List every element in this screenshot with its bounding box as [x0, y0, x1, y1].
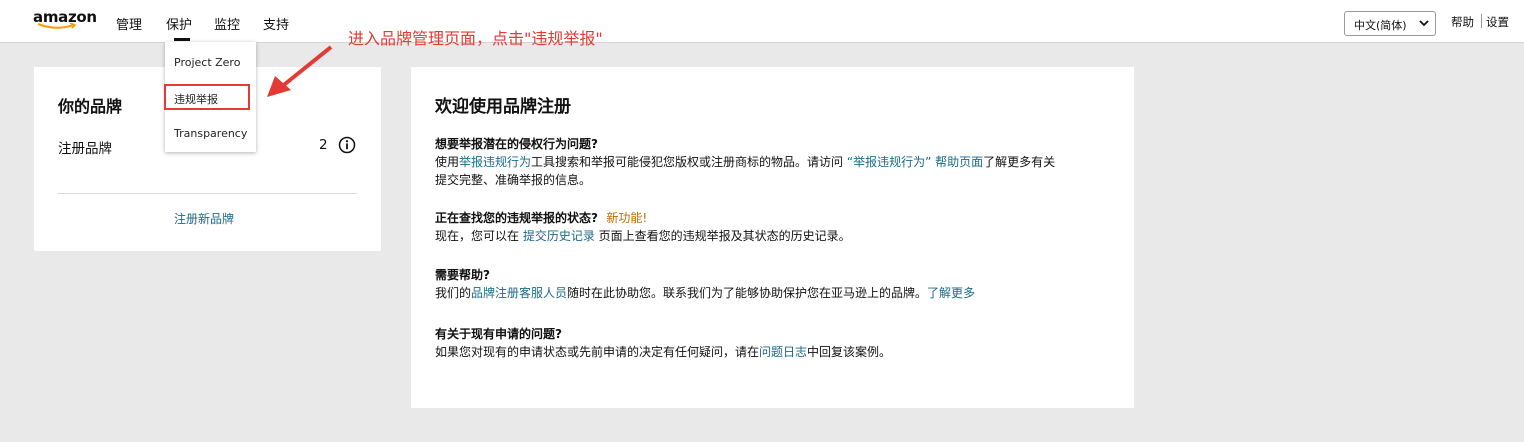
section-body: 使用举报违规行为工具搜索和举报可能侵犯您版权或注册商标的物品。请访问 “举报违规…: [435, 153, 1125, 189]
section-heading: 想要举报潜在的侵权行为问题?: [435, 137, 598, 151]
body-text: 了解更多有关: [983, 155, 1056, 169]
learn-more-link[interactable]: 了解更多: [927, 286, 975, 300]
top-navigation-bar: amazon 管理 保护 监控 支持 中文(简体) 帮助 设置: [0, 0, 1524, 43]
welcome-card: 欢迎使用品牌注册 想要举报潜在的侵权行为问题? 使用举报违规行为工具搜索和举报可…: [411, 67, 1134, 408]
report-violation-help-link[interactable]: “举报违规行为” 帮助页面: [843, 155, 983, 169]
language-select-value: 中文(简体): [1354, 19, 1407, 32]
your-brands-title: 你的品牌: [58, 97, 123, 116]
body-text: 工具搜索和举报可能侵犯您版权或注册商标的物品。请访问: [531, 155, 844, 169]
submission-history-link[interactable]: 提交历史记录: [523, 229, 595, 243]
help-link[interactable]: 帮助: [1451, 14, 1474, 30]
body-text: 使用: [435, 155, 460, 169]
annotation-text: 进入品牌管理页面，点击"违规举报": [348, 29, 603, 48]
body-text: 中回复该案例。: [807, 345, 892, 359]
annotation-highlight-box: [164, 84, 250, 110]
nav-monitor[interactable]: 监控: [214, 14, 240, 33]
section-heading-text: 正在查找您的违规举报的状态?: [435, 211, 598, 225]
info-icon[interactable]: [338, 136, 356, 154]
nav-manage[interactable]: 管理: [116, 14, 142, 33]
case-log-link[interactable]: 问题日志: [759, 345, 807, 359]
section-heading: 正在查找您的违规举报的状态? 新功能!: [435, 209, 1125, 227]
settings-link[interactable]: 设置: [1486, 14, 1509, 30]
registered-brands-label: 注册品牌: [58, 141, 112, 157]
language-select[interactable]: 中文(简体): [1344, 11, 1436, 36]
section-heading: 有关于现有申请的问题?: [435, 327, 562, 341]
nav-protect[interactable]: 保护: [166, 14, 192, 33]
section-body: 现在，您可以在 提交历史记录 页面上查看您的违规举报及其状态的历史记录。: [435, 227, 1125, 245]
body-text: 页面上查看您的违规举报及其状态的历史记录。: [594, 229, 851, 243]
brand-support-link[interactable]: 品牌注册客服人员: [471, 286, 567, 300]
registered-brands-count: 2: [319, 137, 328, 153]
welcome-title: 欢迎使用品牌注册: [435, 97, 571, 117]
section-existing-application: 有关于现有申请的问题? 如果您对现有的申请状态或先前申请的决定有任何疑问，请在问…: [435, 325, 1125, 361]
body-text: 现在，您可以在: [435, 229, 523, 243]
amazon-smile-icon: [37, 23, 77, 29]
annotation-arrow-icon: [267, 45, 333, 97]
register-new-brand-link[interactable]: 注册新品牌: [174, 210, 234, 227]
card-divider: [58, 193, 357, 194]
section-report-status: 正在查找您的违规举报的状态? 新功能! 现在，您可以在 提交历史记录 页面上查看…: [435, 209, 1125, 245]
body-text: 随时在此协助您。联系我们为了能够协助保护您在亚马逊上的品牌。: [567, 286, 928, 300]
section-report-violation: 想要举报潜在的侵权行为问题? 使用举报违规行为工具搜索和举报可能侵犯您版权或注册…: [435, 135, 1125, 189]
section-need-help: 需要帮助? 我们的品牌注册客服人员随时在此协助您。联系我们为了能够协助保护您在亚…: [435, 266, 1125, 302]
menu-item-transparency[interactable]: Transparency: [174, 127, 247, 140]
body-text: 提交完整、准确举报的信息。: [435, 173, 592, 187]
section-body: 我们的品牌注册客服人员随时在此协助您。联系我们为了能够协助保护您在亚马逊上的品牌…: [435, 284, 1125, 302]
nav-active-indicator: [174, 38, 190, 41]
top-links-divider: [1481, 14, 1482, 28]
body-text: 如果您对现有的申请状态或先前申请的决定有任何疑问，请在: [435, 345, 760, 359]
amazon-logo[interactable]: amazon: [33, 8, 97, 34]
menu-item-project-zero[interactable]: Project Zero: [174, 56, 240, 69]
chevron-down-icon: [1419, 20, 1429, 27]
section-heading: 需要帮助?: [435, 268, 490, 282]
new-feature-badge: 新功能!: [606, 211, 648, 225]
section-body: 如果您对现有的申请状态或先前申请的决定有任何疑问，请在问题日志中回复该案例。: [435, 343, 1125, 361]
report-violation-link[interactable]: 举报违规行为: [459, 155, 531, 169]
body-text: 我们的: [435, 286, 472, 300]
